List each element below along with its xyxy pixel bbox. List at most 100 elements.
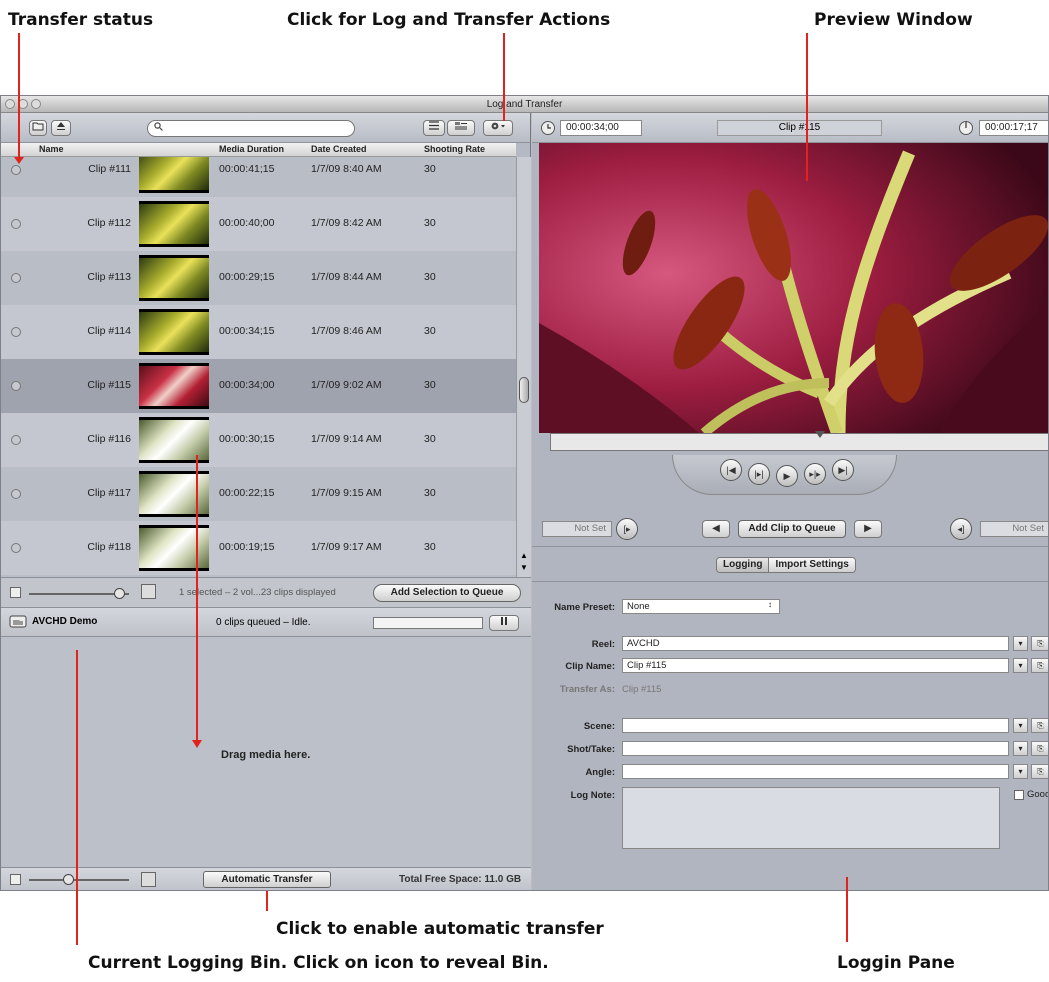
angle-field[interactable] bbox=[622, 764, 1009, 779]
scene-popup-button[interactable]: ▾ bbox=[1013, 718, 1028, 733]
pause-icon bbox=[501, 617, 507, 625]
in-point-field[interactable]: Not Set bbox=[542, 521, 612, 537]
scroll-up-arrow[interactable]: ▲ bbox=[520, 551, 528, 560]
clip-name-label: Clip Name: bbox=[565, 661, 615, 672]
thumbnail-view-button[interactable] bbox=[447, 120, 475, 136]
clip-name-field[interactable]: Clip #115 bbox=[622, 658, 1009, 673]
shot-take-popup-button[interactable]: ▾ bbox=[1013, 741, 1028, 756]
column-header-name[interactable]: Name bbox=[39, 144, 64, 154]
next-clip-button[interactable]: ▶ bbox=[854, 520, 882, 538]
clip-duration: 00:00:34;15 bbox=[219, 325, 275, 337]
scroll-down-arrow[interactable]: ▼ bbox=[520, 563, 528, 572]
clip-thumbnail bbox=[139, 255, 209, 301]
table-row[interactable]: Clip #115 00:00:34;00 1/7/09 9:02 AM 30 bbox=[1, 359, 516, 413]
column-header-duration[interactable]: Media Duration bbox=[219, 144, 284, 154]
mark-in-button[interactable]: [▸ bbox=[616, 518, 638, 540]
out-point-field[interactable]: Not Set bbox=[980, 521, 1048, 537]
callout-logging-pane: Loggin Pane bbox=[837, 953, 955, 973]
window-titlebar: Log and Transfer bbox=[1, 96, 1048, 113]
name-preset-select[interactable]: None bbox=[622, 599, 780, 614]
list-view-button[interactable] bbox=[423, 120, 445, 136]
zoom-window-button[interactable] bbox=[31, 99, 41, 109]
table-row[interactable]: Clip #113 00:00:29;15 1/7/09 8:44 AM 30 bbox=[1, 251, 516, 305]
large-thumbnail-icon bbox=[141, 584, 156, 599]
add-folder-button[interactable] bbox=[29, 120, 47, 136]
scrollbar-thumb[interactable] bbox=[519, 377, 529, 403]
clip-name: Clip #111 bbox=[88, 163, 131, 175]
shot-take-apply-button[interactable]: ⎘ bbox=[1031, 741, 1048, 756]
clip-name-apply-button[interactable]: ⎘ bbox=[1031, 658, 1048, 673]
clip-thumbnail bbox=[139, 417, 209, 463]
play-in-to-out-button[interactable]: |▸| bbox=[748, 463, 770, 485]
eject-icon bbox=[57, 122, 65, 130]
clip-list-scrollbar[interactable]: ▲ ▼ bbox=[516, 157, 531, 577]
tab-logging[interactable]: Logging bbox=[717, 558, 769, 572]
reel-apply-button[interactable]: ⎘ bbox=[1031, 636, 1048, 651]
callout-line-automatic bbox=[266, 891, 268, 911]
table-row[interactable]: Clip #111 00:00:41;15 1/7/09 8:40 AM 30 bbox=[1, 157, 516, 197]
table-row[interactable]: Clip #118 00:00:19;15 1/7/09 9:17 AM 30 bbox=[1, 521, 516, 575]
clip-date: 1/7/09 9:17 AM bbox=[311, 541, 382, 553]
add-selection-to-queue-button[interactable]: Add Selection to Queue bbox=[373, 584, 521, 602]
good-checkbox[interactable] bbox=[1014, 790, 1024, 800]
browser-footer: 1 selected – 2 vol...23 clips displayed … bbox=[1, 577, 531, 607]
scene-field[interactable] bbox=[622, 718, 1009, 733]
reel-field[interactable]: AVCHD bbox=[622, 636, 1009, 651]
tab-import-settings[interactable]: Import Settings bbox=[768, 558, 855, 572]
close-window-button[interactable] bbox=[5, 99, 15, 109]
go-to-start-button[interactable]: |◀ bbox=[720, 459, 742, 481]
angle-apply-button[interactable]: ⎘ bbox=[1031, 764, 1048, 779]
playhead[interactable] bbox=[815, 431, 825, 438]
thumbnail-size-slider[interactable] bbox=[29, 588, 129, 599]
log-note-textarea[interactable] bbox=[622, 787, 1000, 849]
reel-popup-button[interactable]: ▾ bbox=[1013, 636, 1028, 651]
table-row[interactable]: Clip #114 00:00:34;15 1/7/09 8:46 AM 30 bbox=[1, 305, 516, 359]
angle-popup-button[interactable]: ▾ bbox=[1013, 764, 1028, 779]
previous-clip-button[interactable]: ◀ bbox=[702, 520, 730, 538]
column-header-date[interactable]: Date Created bbox=[311, 144, 367, 154]
preview-scrubber[interactable] bbox=[550, 431, 1048, 451]
queue-size-slider[interactable] bbox=[29, 874, 129, 885]
automatic-transfer-button[interactable]: Automatic Transfer bbox=[203, 871, 331, 888]
search-field[interactable] bbox=[147, 120, 355, 137]
table-row[interactable]: Clip #116 00:00:30;15 1/7/09 9:14 AM 30 bbox=[1, 413, 516, 467]
eject-button[interactable] bbox=[51, 120, 71, 136]
transfer-status-icon bbox=[11, 165, 21, 175]
clip-date: 1/7/09 9:15 AM bbox=[311, 487, 382, 499]
duration-timecode-field[interactable]: 00:00:17;17 bbox=[979, 120, 1048, 136]
slider-knob[interactable] bbox=[114, 588, 125, 599]
good-label: Good bbox=[1027, 789, 1049, 800]
drop-hint: Drag media here. bbox=[221, 749, 311, 761]
clip-date: 1/7/09 9:14 AM bbox=[311, 433, 382, 445]
clip-name: Clip #118 bbox=[87, 541, 131, 553]
play-button[interactable]: ▶ bbox=[776, 465, 798, 487]
popup-arrows-icon: ↕ bbox=[768, 600, 772, 609]
shot-take-label: Shot/Take: bbox=[567, 744, 615, 755]
logging-bin-button[interactable]: AVCHD Demo bbox=[9, 615, 97, 628]
shot-take-field[interactable] bbox=[622, 741, 1009, 756]
column-header-rate[interactable]: Shooting Rate bbox=[424, 144, 485, 154]
mark-out-button[interactable]: ◂] bbox=[950, 518, 972, 540]
queue-drop-area[interactable]: Drag media here. bbox=[1, 637, 531, 867]
clip-name-popup-button[interactable]: ▾ bbox=[1013, 658, 1028, 673]
slider-knob[interactable] bbox=[63, 874, 74, 885]
browser-status-text: 1 selected – 2 vol...23 clips displayed bbox=[179, 587, 336, 598]
pause-queue-button[interactable] bbox=[489, 615, 519, 631]
actions-menu-button[interactable] bbox=[483, 120, 513, 136]
play-around-button[interactable]: ▸|▸ bbox=[804, 463, 826, 485]
table-row[interactable]: Clip #112 00:00:40;00 1/7/09 8:42 AM 30 bbox=[1, 197, 516, 251]
clip-name-display: Clip #115 bbox=[717, 120, 882, 136]
log-and-transfer-window: Log and Transfer Name Media Duration Dat… bbox=[0, 95, 1049, 891]
add-clip-to-queue-button[interactable]: Add Clip to Queue bbox=[738, 520, 846, 538]
scene-apply-button[interactable]: ⎘ bbox=[1031, 718, 1048, 733]
transfer-status-icon bbox=[11, 435, 21, 445]
clip-thumbnail bbox=[139, 201, 209, 247]
table-row[interactable]: Clip #117 00:00:22;15 1/7/09 9:15 AM 30 bbox=[1, 467, 516, 521]
transfer-as-label: Transfer As: bbox=[559, 684, 615, 695]
search-input[interactable] bbox=[169, 123, 330, 134]
go-to-end-button[interactable]: ▶| bbox=[832, 459, 854, 481]
bin-icon bbox=[9, 615, 27, 628]
clip-rate: 30 bbox=[424, 217, 436, 229]
gear-icon bbox=[491, 122, 505, 130]
current-timecode-field[interactable]: 00:00:34;00 bbox=[560, 120, 642, 136]
